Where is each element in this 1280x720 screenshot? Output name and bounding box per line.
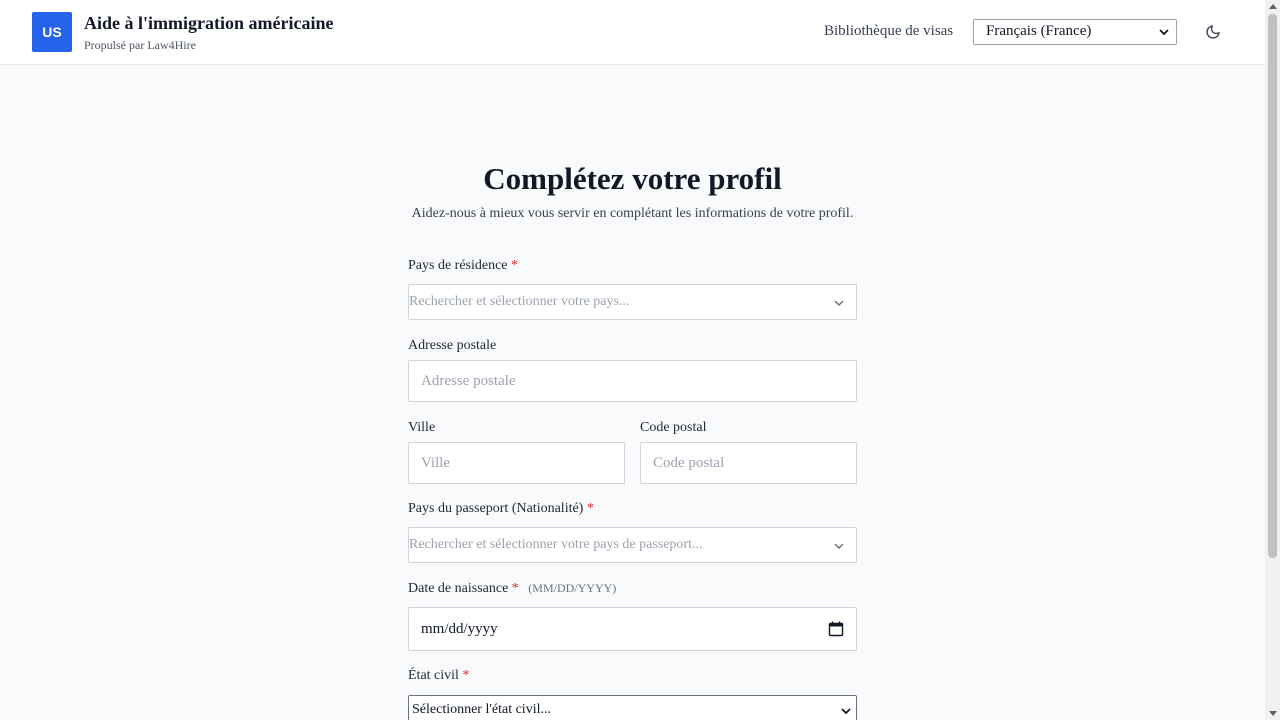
birth-date-format-hint: (MM/DD/YYYY)	[528, 581, 617, 595]
main-content: Complétez votre profil Aidez-nous à mieu…	[0, 65, 1265, 720]
passport-country-label-text: Pays du passeport (Nationalité)	[408, 501, 584, 516]
required-marker: *	[511, 581, 519, 596]
residence-country-placeholder: Rechercher et sélectionner votre pays...	[409, 294, 630, 309]
visa-library-link[interactable]: Bibliothèque de visas	[824, 23, 953, 40]
us-logo[interactable]: US	[32, 12, 72, 52]
top-header: US Aide à l'immigration américaine Propu…	[0, 0, 1265, 65]
passport-country-label: Pays du passeport (Nationalité) *	[408, 501, 594, 517]
birth-date-input[interactable]: mm/dd/yyyy	[408, 607, 857, 651]
required-marker: *	[586, 501, 594, 516]
passport-country-combobox[interactable]: Rechercher et sélectionner votre pays de…	[408, 527, 857, 563]
app-title[interactable]: Aide à l'immigration américaine	[84, 13, 333, 34]
city-label: Ville	[408, 420, 436, 435]
chevron-down-icon	[834, 300, 844, 307]
chevron-down-icon	[1159, 29, 1169, 36]
marital-status-value: Sélectionner l'état civil...	[412, 702, 551, 717]
page-scrollbar[interactable]	[1265, 0, 1280, 720]
page-subtitle: Aidez-nous à mieux vous servir en complé…	[411, 206, 854, 221]
postal-code-input[interactable]	[640, 442, 857, 484]
city-input[interactable]	[408, 442, 625, 484]
theme-toggle-button[interactable]	[1202, 21, 1224, 43]
chevron-down-icon	[834, 543, 844, 550]
calendar-icon[interactable]	[828, 621, 844, 637]
required-marker: *	[511, 258, 519, 273]
postal-address-input[interactable]	[408, 360, 857, 402]
residence-country-label-text: Pays de résidence	[408, 258, 508, 273]
page-title: Complétez votre profil	[483, 161, 782, 196]
postal-address-label: Adresse postale	[408, 338, 497, 353]
language-select[interactable]: Français (France)	[973, 19, 1177, 45]
language-select-value: Français (France)	[986, 23, 1092, 39]
passport-country-placeholder: Rechercher et sélectionner votre pays de…	[409, 537, 703, 552]
birth-date-label: Date de naissance * (MM/DD/YYYY)	[408, 581, 616, 597]
residence-country-combobox[interactable]: Rechercher et sélectionner votre pays...	[408, 284, 857, 320]
chevron-down-icon	[841, 708, 851, 715]
marital-status-label-text: État civil	[408, 668, 459, 683]
birth-date-label-text: Date de naissance	[408, 581, 509, 596]
residence-country-label: Pays de résidence *	[408, 258, 518, 274]
scroll-down-arrow-icon[interactable]	[1269, 711, 1277, 716]
scroll-up-arrow-icon[interactable]	[1269, 4, 1277, 9]
marital-status-select[interactable]: Sélectionner l'état civil...	[408, 695, 857, 720]
app-subtitle: Propulsé par Law4Hire	[84, 38, 196, 52]
birth-date-value: mm/dd/yyyy	[421, 621, 498, 637]
moon-icon	[1206, 25, 1220, 39]
marital-status-label: État civil *	[408, 668, 469, 684]
postal-code-label: Code postal	[640, 420, 707, 435]
scrollbar-thumb[interactable]	[1268, 14, 1277, 558]
required-marker: *	[462, 668, 470, 683]
